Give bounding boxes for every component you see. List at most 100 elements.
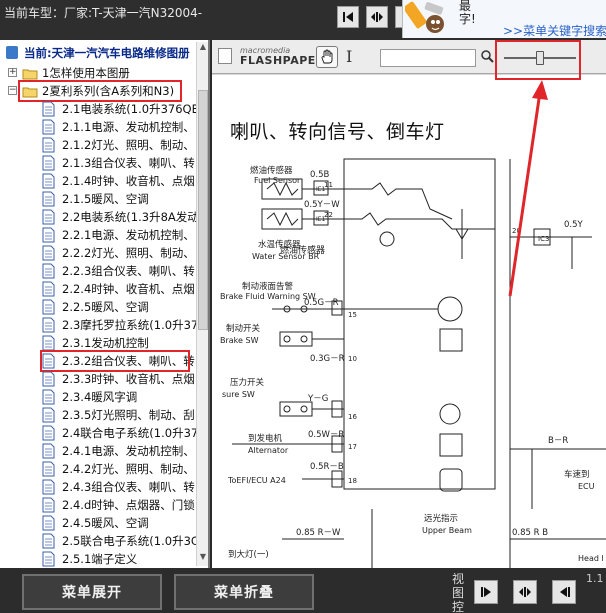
label-alt-en: Alternator bbox=[248, 446, 289, 455]
tree-item[interactable]: 2.3摩托罗拉系统(1.0升37 bbox=[0, 316, 198, 334]
menu-tree[interactable]: 当前:天津一汽汽车电路维修图册 +1怎样使用本图册 −2夏利系列(含A系列和N3) 2… bbox=[0, 40, 210, 568]
bottom-fit-button[interactable] bbox=[513, 580, 537, 604]
view-control-label: 视图控 bbox=[452, 572, 465, 613]
search-input[interactable] bbox=[380, 49, 476, 67]
label-brake-en: Brake Fluid Warning SW bbox=[220, 292, 316, 301]
tree-item-label: 2.1.1电源、发动机控制、 bbox=[62, 120, 195, 134]
folder-icon bbox=[22, 67, 38, 80]
expand-menu-button[interactable]: 菜单展开 bbox=[22, 574, 162, 610]
fit-page-button[interactable] bbox=[366, 6, 388, 28]
wiring-diagram: 燃油传感器 燃油传感器 Fuel Sensor 0.5B 0.5Y－W 11 2… bbox=[220, 158, 606, 568]
tree-item-selected[interactable]: 2.3.2组合仪表、喇叭、转 bbox=[0, 350, 196, 372]
label-upper-cn: 远光指示 bbox=[424, 513, 458, 524]
document-icon bbox=[42, 317, 55, 333]
label-head-l: Head l bbox=[578, 554, 604, 563]
tree-item-label: 2.1.3组合仪表、喇叭、转 bbox=[62, 156, 195, 170]
tree-item[interactable]: 2.2.3组合仪表、喇叭、转 bbox=[0, 262, 196, 280]
tree-item-label: 2.1.2灯光、照明、制动、 bbox=[62, 138, 195, 152]
wire-085rb: 0.85 R B bbox=[512, 528, 548, 538]
wire-085rw: 0.85 R－W bbox=[296, 528, 341, 538]
label-alt-cn: 到发电机 bbox=[248, 433, 283, 444]
tree-item[interactable]: 2.4联合电子系统(1.0升37 bbox=[0, 424, 198, 442]
document-icon bbox=[42, 371, 55, 387]
document-icon bbox=[42, 209, 55, 225]
bottom-next-button[interactable] bbox=[474, 580, 498, 604]
tree-item[interactable]: 2.1电装系统(1.0升376QE bbox=[0, 100, 199, 118]
tree-root-label: 当前:天津一汽汽车电路维修图册 bbox=[24, 46, 190, 60]
wire-05yw: 0.5Y－W bbox=[304, 200, 340, 210]
document-icon bbox=[42, 443, 55, 459]
label-pressure-en: sure SW bbox=[222, 390, 255, 399]
tree-item[interactable]: 2.3.3时钟、收音机、点烟 bbox=[0, 370, 196, 388]
label-toefi: ToEFI/ECU A24 bbox=[227, 476, 286, 485]
document-icon bbox=[42, 407, 55, 423]
text-select-icon[interactable]: I bbox=[346, 47, 352, 66]
label-brake-sw-en: Brake SW bbox=[220, 336, 259, 345]
tree-item[interactable]: 2.4.5暖风、空调 bbox=[0, 514, 196, 532]
bottom-bar: 菜单展开 菜单折叠 视图控 1.1 bbox=[0, 568, 606, 613]
tree-item-label: 2.4.2灯光、照明、制动、 bbox=[62, 462, 195, 476]
pin-16: 16 bbox=[348, 413, 357, 421]
bottom-prev-button[interactable] bbox=[552, 580, 576, 604]
tree-item[interactable]: 2.3.4暖风字调 bbox=[0, 388, 196, 406]
pin-17: 17 bbox=[348, 443, 357, 451]
tree-item[interactable]: 2.4.d时钟、点烟器、门锁 bbox=[0, 496, 196, 514]
tree-item[interactable]: 2.5联合电子系统(1.0升3C bbox=[0, 532, 199, 550]
ad-line-2: 字! bbox=[459, 12, 476, 26]
document-icon bbox=[42, 497, 55, 513]
tree-item[interactable]: 2.1.1电源、发动机控制、 bbox=[0, 118, 196, 136]
scroll-thumb[interactable] bbox=[198, 90, 208, 330]
tree-item-label: 2.2电装系统(1.3升8A发动 bbox=[62, 210, 199, 224]
hand-tool-button[interactable] bbox=[316, 46, 338, 68]
document-icon bbox=[42, 281, 55, 297]
tree-scrollbar[interactable]: ▲ ▼ bbox=[196, 42, 208, 566]
tree-item[interactable]: 2.4.3组合仪表、喇叭、转 bbox=[0, 478, 196, 496]
tree-item[interactable]: 2.5.1端子定义 bbox=[0, 550, 196, 568]
skip-first-icon bbox=[343, 12, 353, 22]
collapse-icon[interactable]: − bbox=[8, 86, 17, 95]
tree-item-label: 2.2.2灯光、照明、制动、 bbox=[62, 246, 195, 260]
flashpaper-viewer: macromedia FLASHPAPER I 喇叭、转向信号、倒车灯 燃油传感… bbox=[212, 40, 606, 568]
document-icon bbox=[42, 137, 55, 153]
document-icon bbox=[42, 479, 55, 495]
selection-highlight bbox=[40, 350, 190, 372]
first-page-button[interactable] bbox=[337, 6, 359, 28]
tree-item[interactable]: 2.2.2灯光、照明、制动、 bbox=[0, 244, 196, 262]
label-brake-sw-cn: 制动开关 bbox=[226, 323, 261, 334]
scroll-up-icon[interactable]: ▲ bbox=[197, 42, 208, 54]
document-icon bbox=[42, 101, 55, 117]
tree-item[interactable]: 2.2.4时钟、收音机、点烟 bbox=[0, 280, 196, 298]
tree-item[interactable]: 2.2电装系统(1.3升8A发动 bbox=[0, 208, 199, 226]
tree-item[interactable]: 2.1.4时钟、收音机、点烟 bbox=[0, 172, 196, 190]
tree-item-label: 2.3.3时钟、收音机、点烟 bbox=[62, 372, 195, 386]
tree-item[interactable]: 2.2.1电源、发动机控制、 bbox=[0, 226, 196, 244]
ad-banner[interactable]: 最 字! >>菜单关键字搜索 bbox=[402, 0, 606, 38]
tree-item[interactable]: 2.4.1电源、发动机控制、 bbox=[0, 442, 196, 460]
tree-item[interactable]: 2.4.2灯光、照明、制动、 bbox=[0, 460, 196, 478]
tree-item[interactable]: 2.1.3组合仪表、喇叭、转 bbox=[0, 154, 196, 172]
scroll-down-icon[interactable]: ▼ bbox=[197, 552, 208, 564]
play-icon bbox=[481, 587, 491, 597]
wire-03gr: 0.3G－R bbox=[310, 354, 345, 364]
collapse-menu-button[interactable]: 菜单折叠 bbox=[174, 574, 314, 610]
pin-15: 15 bbox=[348, 311, 357, 319]
title-bar: 当前车型：厂家:T-天津一汽N32004- 最 字! >>菜单关键字搜索 bbox=[0, 0, 606, 40]
label-ie-1: IE1 bbox=[316, 186, 326, 193]
document-icon bbox=[42, 515, 55, 531]
search-icon[interactable] bbox=[480, 49, 494, 63]
selection-highlight bbox=[18, 80, 182, 102]
expand-arrows-icon bbox=[371, 12, 383, 22]
ad-search-link[interactable]: >>菜单关键字搜索 bbox=[503, 22, 606, 38]
tree-item[interactable]: 2.1.2灯光、照明、制动、 bbox=[0, 136, 196, 154]
wire-br: B－R bbox=[548, 436, 568, 446]
tree-item[interactable]: −2夏利系列(含A系列和N3) bbox=[0, 80, 196, 102]
tree-item-label: 2.4.5暖风、空调 bbox=[62, 516, 149, 530]
tree-item-label: 2.2.1电源、发动机控制、 bbox=[62, 228, 195, 242]
tree-item[interactable]: 2.2.5暖风、空调 bbox=[0, 298, 196, 316]
label-pressure-cn: 压力开关 bbox=[230, 377, 265, 388]
tree-item-label: 2.2.5暖风、空调 bbox=[62, 300, 149, 314]
expand-icon[interactable]: + bbox=[8, 68, 17, 77]
tree-item[interactable]: 2.1.5暖风、空调 bbox=[0, 190, 196, 208]
tree-item[interactable]: 2.3.5灯光照明、制动、刮 bbox=[0, 406, 196, 424]
document-page[interactable]: 喇叭、转向信号、倒车灯 燃油传感器 燃油传感器 Fuel Sensor 0.5B… bbox=[212, 75, 606, 568]
